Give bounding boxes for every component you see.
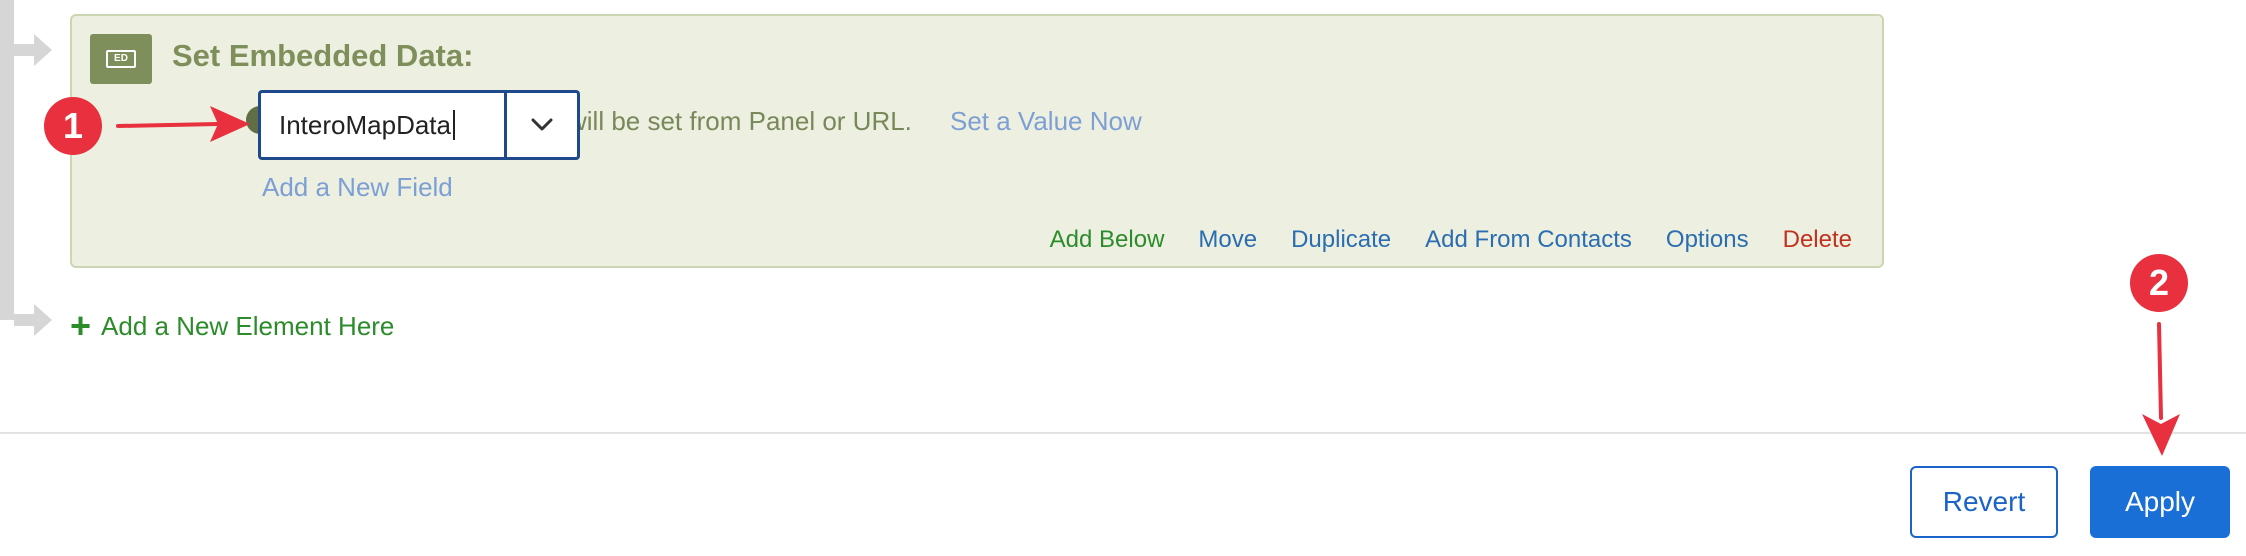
field-name-value: InteroMapData — [279, 110, 451, 140]
add-below-link[interactable]: Add Below — [1050, 226, 1165, 254]
field-dropdown-button[interactable] — [507, 93, 577, 157]
add-from-contacts-link[interactable]: Add From Contacts — [1425, 226, 1632, 254]
callout-2-badge: 2 — [2130, 254, 2188, 312]
delete-link[interactable]: Delete — [1783, 226, 1852, 254]
arrow-2-head-icon — [2142, 414, 2180, 456]
flow-connector-line — [0, 0, 14, 320]
duplicate-link[interactable]: Duplicate — [1291, 226, 1391, 254]
apply-button[interactable]: Apply — [2090, 466, 2230, 538]
text-cursor — [452, 110, 455, 140]
block-actions: Add Below Move Duplicate Add From Contac… — [1050, 226, 1852, 254]
field-source-text: will be set from Panel or URL. — [568, 106, 912, 136]
flow-branch-bottom — [14, 314, 36, 326]
revert-button[interactable]: Revert — [1910, 466, 2058, 538]
flow-arrow-bottom-icon — [34, 304, 52, 336]
embedded-data-icon: ED — [90, 34, 152, 84]
badge-text: ED — [106, 50, 136, 68]
footer-divider — [0, 432, 2246, 434]
block-title: Set Embedded Data: — [172, 38, 474, 73]
add-new-element-button[interactable]: + Add a New Element Here — [70, 308, 394, 344]
flow-arrow-top-icon — [34, 34, 52, 66]
field-name-input[interactable]: InteroMapData — [261, 93, 507, 157]
chevron-down-icon — [531, 118, 553, 131]
field-name-combobox[interactable]: InteroMapData — [258, 90, 580, 160]
plus-icon: + — [70, 305, 92, 346]
move-link[interactable]: Move — [1198, 226, 1257, 254]
arrow-2-icon — [2157, 322, 2163, 420]
options-link[interactable]: Options — [1666, 226, 1749, 254]
add-new-field-link[interactable]: Add a New Field — [262, 172, 453, 203]
set-value-now-link[interactable]: Set a Value Now — [950, 106, 1142, 137]
add-new-element-label: Add a New Element Here — [101, 310, 395, 341]
callout-1-badge: 1 — [44, 97, 102, 155]
embedded-data-block[interactable]: ED Set Embedded Data: will be set from P… — [70, 14, 1884, 268]
flow-branch-top — [14, 44, 36, 56]
survey-flow-canvas: ED Set Embedded Data: will be set from P… — [0, 0, 2246, 556]
